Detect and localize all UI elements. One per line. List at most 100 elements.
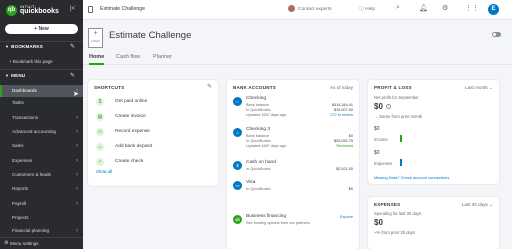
chevron-down-icon: ⌄: [489, 202, 493, 207]
bank-accounts-title: BANK ACCOUNTS: [233, 85, 277, 90]
expenses-period-select[interactable]: Last 30 days ⌄: [462, 202, 493, 208]
chevron-right-icon: ›: [76, 158, 78, 164]
show-all-link[interactable]: Show all: [96, 169, 112, 174]
income-bar[interactable]: [400, 135, 402, 142]
logo-product-text: quickbooks: [20, 8, 59, 15]
shortcut-label: Add bank deposit: [115, 144, 153, 149]
menu-heading-label: MENU: [11, 73, 26, 78]
top-bar-title: Estimate Challenge: [100, 6, 145, 12]
privacy-toggle[interactable]: [492, 32, 501, 37]
bookmark-this-page-link[interactable]: + Bookmark this page: [9, 59, 53, 64]
bank-account-name: Checking: [246, 96, 266, 101]
mouse-cursor-icon: ➤: [73, 91, 79, 98]
sidebar-item-expenses[interactable]: Expenses ›: [0, 155, 83, 167]
settings-gear-icon[interactable]: ⚙: [442, 4, 448, 12]
sidebar-item-label: Tasks: [12, 100, 24, 105]
bank-account-row[interactable]: $ Cash on hand In QuickBooks $2,521.00: [233, 160, 353, 176]
business-financing-subtext: See funding options from our partners: [246, 221, 310, 225]
sidebar-item-sales[interactable]: Sales ›: [0, 140, 83, 152]
shortcut-add-bank-deposit[interactable]: ⌂ Add bank deposit: [96, 143, 196, 153]
quickbooks-logo[interactable]: qb INTUIT quickbooks: [6, 4, 66, 18]
bank-account-name: Visa: [246, 180, 256, 185]
top-bar: Estimate Challenge Contact experts ⓘ Hel…: [83, 0, 512, 20]
sidebar-item-projects[interactable]: Projects: [0, 212, 83, 224]
sidebar-item-label: Advanced accounting: [12, 129, 56, 134]
expenses-bar[interactable]: [400, 159, 402, 166]
sidebar-item-advanced-accounting[interactable]: Advanced accounting ›: [0, 126, 83, 138]
help-button[interactable]: ⓘ Help: [359, 5, 375, 12]
chevron-right-icon: ›: [76, 172, 78, 178]
explore-link[interactable]: Explore: [340, 215, 353, 219]
sidebar-item-label: Expenses: [12, 158, 33, 163]
shortcut-get-paid-online[interactable]: $ Get paid online: [96, 98, 196, 108]
sidebar-item-transactions[interactable]: Transactions ›: [0, 112, 83, 124]
credit-card-icon: ▭: [233, 181, 242, 190]
sidebar-item-label: Payroll: [12, 201, 27, 206]
shortcut-label: Record expense: [115, 129, 150, 134]
check-account-connections-link[interactable]: Missing Data? Check account connections: [374, 175, 449, 180]
shortcut-record-expense[interactable]: ▭ Record expense: [96, 128, 196, 138]
bank-account-row[interactable]: ▭ Visa In QuickBooks $0: [233, 180, 353, 196]
tab-planner[interactable]: Planner: [153, 54, 172, 65]
shortcut-create-invoice[interactable]: ▤ Create invoice: [96, 113, 196, 123]
sidebar-item-label: Transactions: [12, 115, 39, 120]
income-label: Income: [374, 137, 388, 142]
expenses-title: EXPENSES: [374, 202, 401, 207]
net-profit-value-row: $0 i: [374, 102, 391, 111]
net-profit-label: Net profit for September: [374, 95, 419, 100]
new-button[interactable]: + New: [5, 24, 78, 34]
bank-accounts-card: BANK ACCOUNTS As of today ⌂ Checking Ban…: [227, 80, 359, 249]
business-financing-row[interactable]: qb Business financing See funding option…: [233, 214, 353, 230]
sidebar-divider: [0, 69, 83, 70]
apps-grid-icon[interactable]: ⋮⋮: [465, 4, 479, 12]
sidebar-item-tasks[interactable]: Tasks: [0, 97, 83, 109]
cash-icon: $: [233, 161, 242, 170]
company-logo-placeholder[interactable]: + LOGO: [88, 28, 103, 48]
sidebar-item-financial-planning[interactable]: Financial planning ›: [0, 225, 83, 237]
tab-cash-flow[interactable]: Cash flow: [116, 54, 140, 65]
bank-deposit-icon: ⌂: [96, 143, 104, 151]
bookmarks-heading[interactable]: ▼ BOOKMARKS: [5, 44, 43, 49]
shortcut-label: Get paid online: [115, 99, 148, 104]
user-avatar[interactable]: E: [488, 4, 499, 15]
menu-settings-label: Menu settings: [10, 241, 39, 246]
notifications-bell-icon[interactable]: 🔔︎: [419, 4, 428, 12]
profit-loss-period-select[interactable]: Last month ⌄: [465, 85, 493, 91]
menu-heading[interactable]: ▼ MENU: [5, 73, 25, 78]
shortcut-label: Create invoice: [115, 114, 146, 119]
add-logo-icon: +: [93, 30, 98, 37]
sidebar-item-customers-leads[interactable]: Customers & leads ›: [0, 169, 83, 181]
dashboard-tabs: Home Cash flow Planner: [83, 52, 512, 65]
qb-balance-label: In QuickBooks: [246, 108, 271, 112]
edit-bookmarks-icon[interactable]: ✎: [70, 43, 75, 50]
quickbooks-badge-icon: qb: [6, 5, 17, 16]
to-review-link[interactable]: 272 to review: [330, 113, 353, 117]
tab-home[interactable]: Home: [89, 54, 105, 65]
net-profit-value: $0: [374, 102, 383, 111]
search-icon[interactable]: ⌕: [396, 4, 400, 12]
chevron-right-icon: ›: [76, 201, 78, 207]
collapse-sidebar-icon[interactable]: |<: [70, 6, 75, 12]
income-value: $0: [374, 126, 380, 132]
expenses-period-label: Last 30 days: [461, 202, 488, 207]
contact-experts-button[interactable]: Contact experts: [288, 5, 332, 12]
contact-experts-label: Contact experts: [298, 6, 332, 12]
spending-label: Spending for last 30 days: [374, 211, 422, 216]
edit-shortcuts-icon[interactable]: ✎: [207, 83, 212, 90]
sidebar-item-label: Financial planning: [12, 228, 50, 233]
edit-menu-icon[interactable]: ✎: [70, 72, 75, 79]
gear-icon: ⚙: [4, 240, 9, 246]
sidebar-item-dashboards[interactable]: Dashboards ›: [0, 85, 83, 97]
menu-settings-button[interactable]: ⚙ Menu settings: [0, 237, 83, 249]
shortcut-create-check[interactable]: ✓ Create check: [96, 158, 196, 168]
info-icon[interactable]: i: [385, 104, 391, 110]
bank-account-name: Cash on hand: [246, 160, 276, 165]
sidebar-item-payroll[interactable]: Payroll ›: [0, 198, 83, 210]
bank-account-row[interactable]: ⌂ Checking 3 Bank balance $0 In QuickBoo…: [233, 127, 353, 157]
sidebar-item-reports[interactable]: Reports ›: [0, 183, 83, 195]
sidebar: qb INTUIT quickbooks |< + New ▼ BOOKMARKS…: [0, 0, 83, 249]
shortcuts-card: SHORTCUTS ✎ $ Get paid online ▤ Create i…: [88, 80, 218, 186]
help-label: Help: [365, 7, 376, 12]
bank-account-row[interactable]: ⌂ Checking Bank balance $414,344.41 In Q…: [233, 96, 353, 126]
chevron-right-icon: ›: [76, 186, 78, 192]
